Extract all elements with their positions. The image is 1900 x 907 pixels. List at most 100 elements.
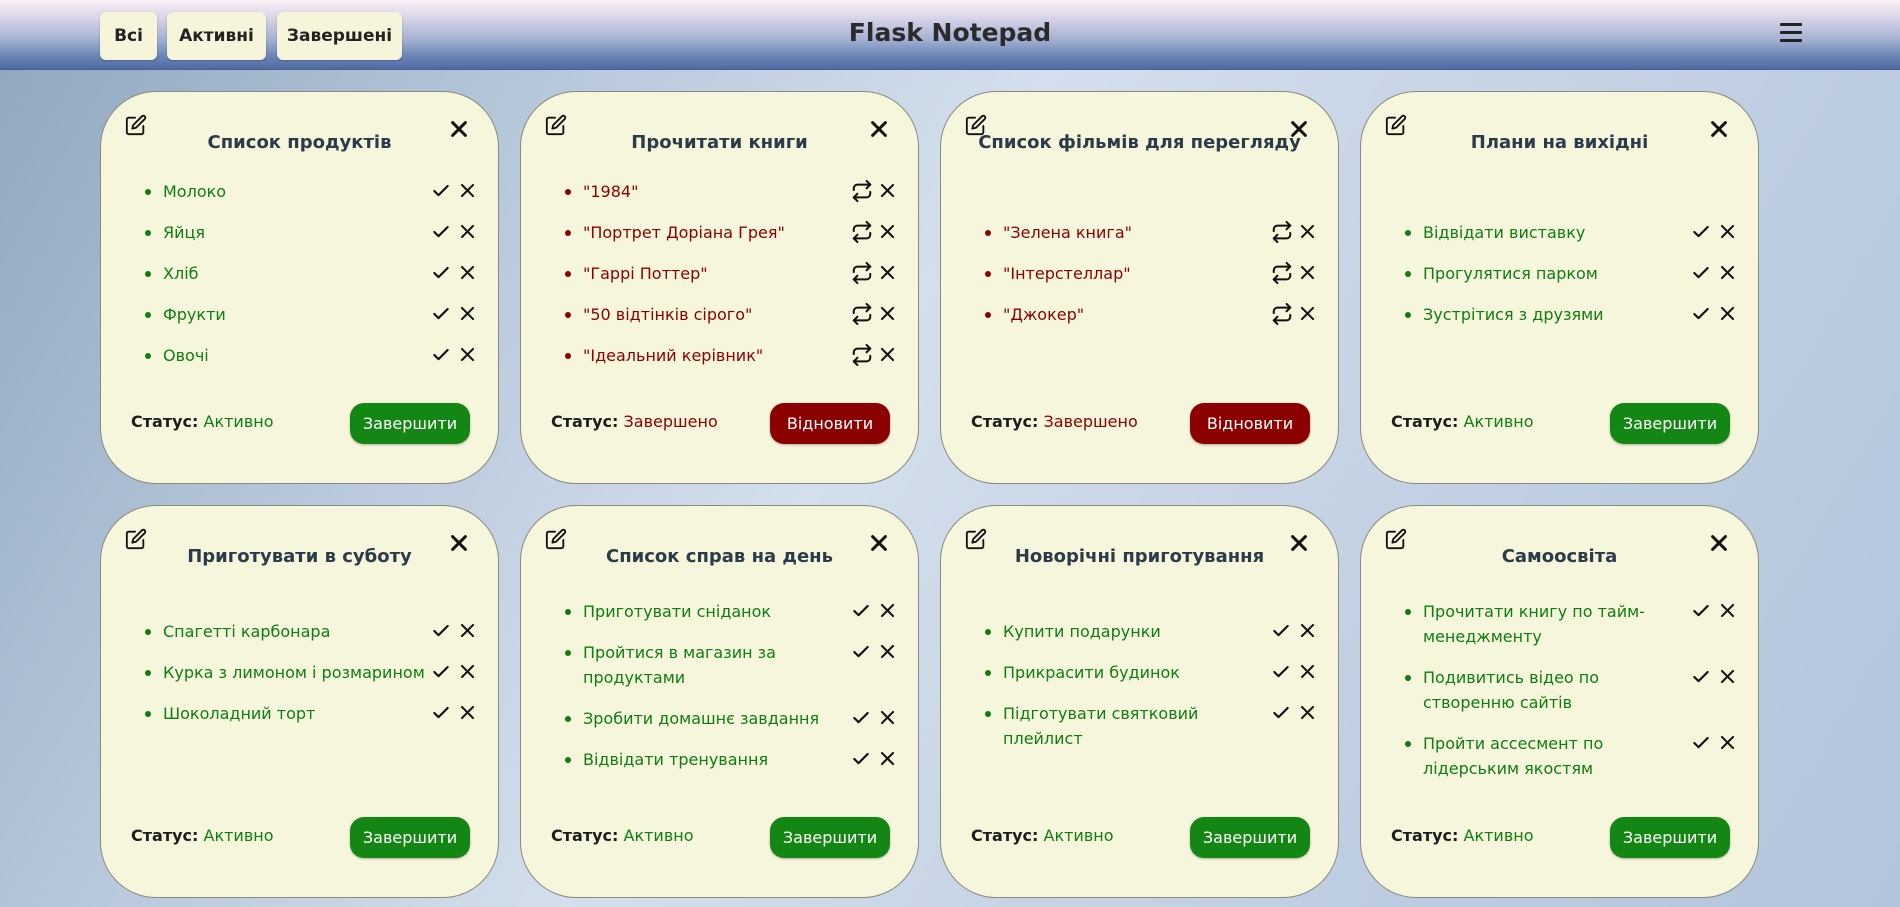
- note-status: Статус: Активно: [131, 826, 274, 845]
- status-value: Активно: [203, 826, 274, 845]
- list-item-text: Відвідати тренування: [583, 750, 769, 769]
- bullet-icon: [985, 271, 991, 277]
- bullet-icon: [985, 629, 991, 635]
- item-actions: [1691, 731, 1751, 756]
- bullet-icon: [145, 629, 151, 635]
- list-item-text: Купити подарунки: [1003, 622, 1161, 641]
- complete-button[interactable]: Завершити: [1610, 403, 1730, 444]
- note-card: Плани на вихідні Відвідати виставку Прогул…: [1360, 91, 1759, 484]
- complete-button[interactable]: Завершити: [1610, 817, 1730, 858]
- bullet-icon: [1405, 675, 1411, 681]
- item-actions: [431, 302, 491, 327]
- status-value: Активно: [623, 826, 694, 845]
- status-label: Статус:: [971, 826, 1039, 845]
- item-actions: [851, 747, 911, 772]
- note-card: Самоосвіта Прочитати книгу по тайм-менедж…: [1360, 505, 1759, 898]
- list-item-text: Приготувати сніданок: [583, 602, 772, 621]
- complete-button[interactable]: Завершити: [770, 817, 890, 858]
- note-card: Новорічні приготування Купити подарунки Пр…: [940, 505, 1339, 898]
- item-actions: [431, 179, 491, 204]
- list-item-text: "Інтерстеллар": [1003, 264, 1131, 283]
- note-status: Статус: Завершено: [971, 412, 1138, 431]
- item-actions: [851, 599, 911, 624]
- bullet-icon: [985, 670, 991, 676]
- bullet-icon: [1405, 741, 1411, 747]
- note-items-list: "Зелена книга" "Інтерстеллар" "Джокер": [971, 220, 1322, 343]
- note-title: Приготувати в суботу: [187, 546, 412, 567]
- list-item: Прикрасити будинок: [971, 660, 1322, 685]
- item-actions: [1271, 660, 1331, 685]
- complete-button[interactable]: Завершити: [350, 403, 470, 444]
- note-items-list: Приготувати сніданок Пройтися в магазин з…: [551, 599, 902, 788]
- list-item-text: Прочитати книгу по тайм-менеджменту: [1423, 602, 1645, 646]
- note-status: Статус: Активно: [131, 412, 274, 431]
- list-item-text: Зробити домашнє завдання: [583, 709, 820, 728]
- item-actions: [1691, 599, 1751, 624]
- note-items-list: Прочитати книгу по тайм-менеджменту Подив…: [1391, 599, 1742, 797]
- item-actions: [1271, 220, 1331, 245]
- list-item-text: Підготувати святковий плейлист: [1003, 704, 1199, 748]
- status-label: Статус:: [551, 412, 619, 431]
- note-title: Список справ на день: [606, 546, 833, 567]
- note-title: Прочитати книги: [631, 132, 808, 153]
- item-actions: [431, 701, 491, 726]
- status-value: Активно: [1463, 412, 1534, 431]
- item-actions: [1691, 302, 1751, 327]
- note-card: Список справ на день Приготувати сніданок…: [520, 505, 919, 898]
- status-label: Статус:: [1391, 826, 1459, 845]
- top-bar: Всі Активні Завершені Flask Notepad: [0, 0, 1900, 70]
- list-item: Яйця: [131, 220, 482, 245]
- item-actions: [1271, 261, 1331, 286]
- list-item: Шоколадний торт: [131, 701, 482, 726]
- status-label: Статус:: [551, 826, 619, 845]
- list-item-text: Прикрасити будинок: [1003, 663, 1180, 682]
- complete-button[interactable]: Завершити: [350, 817, 470, 858]
- bullet-icon: [985, 230, 991, 236]
- restore-button[interactable]: Відновити: [1190, 403, 1310, 444]
- list-item: Зробити домашнє завдання: [551, 706, 902, 731]
- bullet-icon: [145, 353, 151, 359]
- bullet-icon: [565, 353, 571, 359]
- note-card: Приготувати в суботу Спагетті карбонара Ку…: [100, 505, 499, 898]
- bullet-icon: [145, 312, 151, 318]
- item-actions: [431, 343, 491, 368]
- item-actions: [431, 261, 491, 286]
- list-item-text: Пройтися в магазин за продуктами: [583, 643, 776, 687]
- list-item-text: Молоко: [163, 182, 227, 201]
- list-item: Пройти ассесмент по лідерським якостям: [1391, 731, 1742, 781]
- item-actions: [851, 302, 911, 327]
- item-actions: [1271, 619, 1331, 644]
- list-item-text: "Портрет Доріана Грея": [583, 223, 785, 242]
- item-actions: [431, 220, 491, 245]
- status-value: Активно: [1463, 826, 1534, 845]
- note-items-list: "1984" "Портрет Доріана Грея" "Гаррі Потте…: [551, 179, 902, 384]
- list-item: Відвідати виставку: [1391, 220, 1742, 245]
- bullet-icon: [1405, 230, 1411, 236]
- list-item: "Зелена книга": [971, 220, 1322, 245]
- item-actions: [851, 706, 911, 731]
- bullet-icon: [145, 230, 151, 236]
- list-item-text: Курка з лимоном і розмарином: [163, 663, 425, 682]
- list-item: Зустрітися з друзями: [1391, 302, 1742, 327]
- bullet-icon: [1405, 312, 1411, 318]
- status-value: Завершено: [623, 412, 718, 431]
- restore-button[interactable]: Відновити: [770, 403, 890, 444]
- list-item: Купити подарунки: [971, 619, 1322, 644]
- app-title: Flask Notepad: [848, 18, 1052, 47]
- status-value: Активно: [203, 412, 274, 431]
- bullet-icon: [565, 230, 571, 236]
- status-value: Активно: [1043, 826, 1114, 845]
- note-status: Статус: Активно: [551, 826, 694, 845]
- list-item: Відвідати тренування: [551, 747, 902, 772]
- item-actions: [1691, 665, 1751, 690]
- list-item: Фрукти: [131, 302, 482, 327]
- note-status: Статус: Активно: [1391, 826, 1534, 845]
- bullet-icon: [565, 716, 571, 722]
- list-item-text: "50 відтінків сірого": [583, 305, 753, 324]
- note-card: Список продуктів Молоко Яйця Хліб Фрукти Овоч…: [100, 91, 499, 484]
- complete-button[interactable]: Завершити: [1190, 817, 1310, 858]
- list-item: Підготувати святковий плейлист: [971, 701, 1322, 751]
- bullet-icon: [565, 312, 571, 318]
- note-items-list: Спагетті карбонара Курка з лимоном і розм…: [131, 619, 482, 742]
- hamburger-menu-icon[interactable]: [1780, 23, 1804, 45]
